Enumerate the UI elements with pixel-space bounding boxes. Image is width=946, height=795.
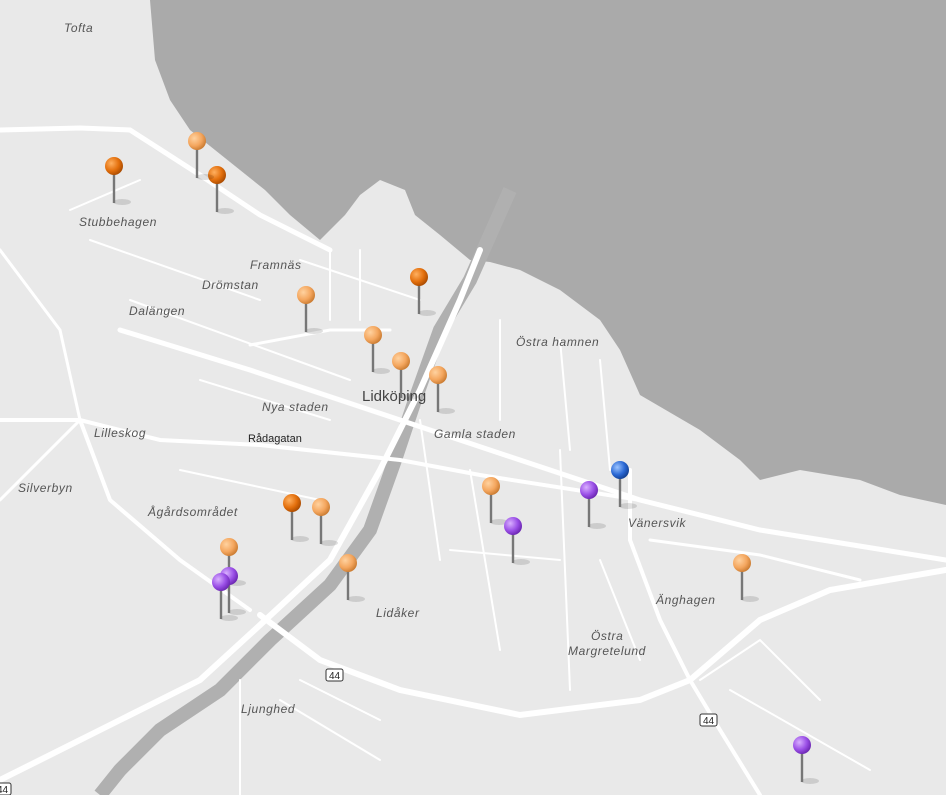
- road-shield-44: 44: [0, 782, 12, 795]
- svg-text:44: 44: [0, 785, 9, 795]
- label-dromstan: Drömstan: [202, 278, 259, 292]
- road-shield-44: 44: [325, 668, 344, 682]
- label-anghagen: Änghagen: [655, 593, 716, 607]
- label-ostra: Östra: [591, 629, 623, 643]
- label-lidaker: Lidåker: [376, 606, 420, 620]
- map-canvas[interactable]: Tofta Stubbehagen Framnäs Drömstan Dalän…: [0, 0, 946, 795]
- label-silverbyn: Silverbyn: [18, 481, 73, 495]
- label-vanersvik: Vänersvik: [628, 516, 686, 530]
- label-lilleskog: Lilleskog: [94, 426, 146, 440]
- svg-text:44: 44: [703, 716, 715, 727]
- label-gamla-staden: Gamla staden: [434, 427, 516, 441]
- road-shield-44: 44: [699, 713, 718, 727]
- label-ljunghed: Ljunghed: [241, 702, 295, 716]
- label-nya-staden: Nya staden: [262, 400, 329, 414]
- label-margretelund: Margretelund: [568, 644, 646, 658]
- label-stubbehagen: Stubbehagen: [79, 215, 157, 229]
- label-ostra-hamnen: Östra hamnen: [516, 335, 599, 349]
- label-agardsomradet: Ågårdsområdet: [147, 504, 238, 519]
- label-framnas: Framnäs: [250, 258, 302, 272]
- label-dalangen: Dalängen: [129, 304, 185, 318]
- label-radagatan: Rådagatan: [248, 433, 302, 445]
- label-tofta: Tofta: [64, 21, 93, 35]
- svg-text:44: 44: [329, 671, 341, 682]
